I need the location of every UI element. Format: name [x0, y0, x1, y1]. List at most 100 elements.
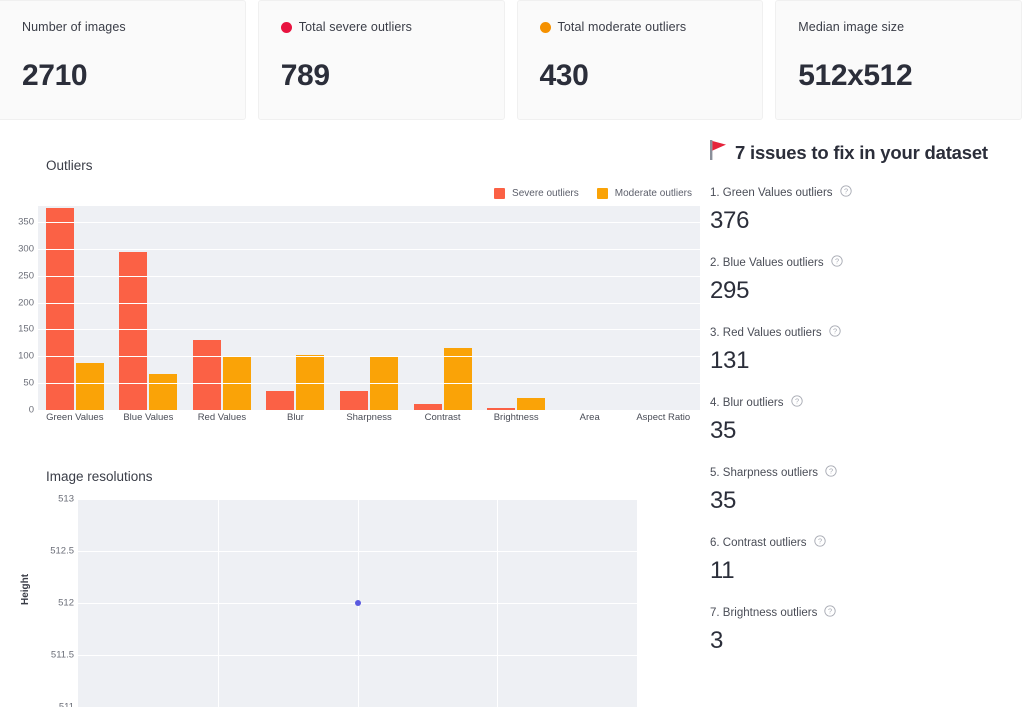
kpi-value: 2710 [22, 59, 88, 92]
bar[interactable] [149, 374, 178, 410]
help-circle-icon[interactable]: ? [830, 255, 843, 271]
kpi-value: 789 [280, 59, 330, 92]
kpi-label-text: Total severe outliers [298, 20, 413, 34]
issue-label-text: 7. Brightness outliers [710, 607, 818, 619]
issue-label-text: 2. Blue Values outliers [710, 257, 824, 269]
kpi-label-text: Number of images [22, 20, 126, 34]
kpi-label-text: Median image size [798, 20, 905, 34]
help-circle-icon[interactable]: ? [790, 395, 803, 411]
legend-swatch [494, 188, 506, 199]
dashboard-root: Number of images 2710 Total severe outli… [0, 0, 1022, 707]
bar-group[interactable] [553, 206, 627, 410]
issues-header: 7 issues to fix in your dataset [706, 132, 1022, 165]
bar-group[interactable] [112, 206, 186, 410]
gridline [497, 499, 499, 707]
bar-group[interactable] [259, 206, 333, 410]
moderate-outliers-dot [539, 21, 551, 33]
svg-text:?: ? [829, 467, 833, 476]
bar[interactable] [413, 404, 442, 410]
gridline [38, 248, 700, 250]
issue-value: 3 [710, 627, 724, 654]
help-circle-icon[interactable]: ? [824, 605, 837, 621]
bar[interactable] [517, 398, 546, 410]
red-flag-icon [710, 140, 727, 165]
y-axis-tick-label: 200 [18, 297, 34, 309]
gridline [38, 222, 700, 224]
x-axis-tick-label: Blur [287, 412, 304, 423]
scatter-point[interactable] [354, 600, 361, 606]
x-axis-tick-label: Green Values [46, 412, 104, 423]
kpi-label: Total severe outliers [280, 19, 482, 35]
kpi-label: Total moderate outliers [539, 19, 741, 35]
bar[interactable] [45, 208, 74, 410]
x-axis-tick-label: Aspect Ratio [636, 412, 691, 423]
issue-value: 35 [710, 417, 737, 444]
help-circle-icon[interactable]: ? [829, 325, 841, 341]
gridline [38, 356, 700, 358]
issues-title: 7 issues to fix in your dataset [735, 141, 988, 163]
bar-group[interactable] [185, 206, 259, 410]
svg-text:?: ? [794, 397, 798, 406]
legend-item[interactable]: Severe outliers [494, 188, 579, 199]
issue-label-text: 6. Contrast outliers [710, 537, 807, 549]
bar[interactable] [487, 408, 516, 410]
issue-item[interactable]: 4. Blur outliers? 35 [706, 395, 1022, 445]
issue-item[interactable]: 3. Red Values outliers? 131 [706, 325, 1022, 375]
issue-value: 131 [710, 347, 750, 374]
issue-label-text: 1. Green Values outliers [710, 187, 833, 199]
issue-label: 6. Contrast outliers? [710, 535, 1022, 551]
issue-label: 7. Brightness outliers? [710, 605, 1022, 621]
severe-outliers-dot [280, 21, 292, 33]
outliers-chart-panel: Outliers Severe outliers Moderate outlier… [0, 132, 700, 452]
issue-item[interactable]: 7. Brightness outliers? 3 [706, 605, 1022, 655]
help-circle-icon[interactable]: ? [813, 535, 826, 551]
outliers-chart-title: Outliers [46, 158, 93, 173]
issues-panel: 7 issues to fix in your dataset 1. Green… [706, 132, 1022, 707]
x-axis-tick-label: Brightness [493, 412, 539, 423]
y-axis-tick-label: 100 [18, 350, 34, 362]
gridline [38, 275, 700, 277]
bar[interactable] [443, 348, 472, 410]
issue-value: 11 [710, 557, 735, 584]
legend-item[interactable]: Moderate outliers [596, 188, 692, 199]
issue-label: 3. Red Values outliers? [710, 325, 1022, 341]
help-circle-icon[interactable]: ? [825, 465, 837, 481]
issue-item[interactable]: 6. Contrast outliers? 11 [706, 535, 1022, 585]
kpi-label: Median image size [798, 19, 999, 35]
x-axis-tick-label: Sharpness [346, 412, 392, 423]
y-axis-tick-label: 350 [18, 216, 34, 228]
image-resolutions-y-axis: 513 512.5 512 511.5 511 [36, 494, 74, 707]
help-circle-icon[interactable]: ? [839, 185, 852, 201]
bar-group[interactable] [479, 206, 553, 410]
bar[interactable] [340, 391, 369, 410]
issue-label-text: 3. Red Values outliers [710, 327, 822, 339]
y-axis-tick-label: 512 [58, 597, 74, 609]
issue-item[interactable]: 2. Blue Values outliers? 295 [706, 255, 1022, 305]
outliers-chart-legend: Severe outliers Moderate outliers [494, 188, 692, 199]
bar[interactable] [192, 339, 221, 410]
y-axis-tick-label: 150 [18, 323, 34, 335]
bar-group[interactable] [627, 206, 701, 410]
bar-group[interactable] [38, 206, 112, 410]
issue-item[interactable]: 1. Green Values outliers? 376 [706, 185, 1022, 235]
kpi-card-total-moderate-outliers: Total moderate outliers 430 [516, 0, 764, 120]
bar-group[interactable] [332, 206, 406, 410]
kpi-label: Number of images [22, 19, 223, 35]
bar[interactable] [266, 391, 295, 410]
issue-label: 5. Sharpness outliers? [710, 465, 1022, 481]
y-axis-tick-label: 300 [18, 243, 34, 255]
issue-label: 1. Green Values outliers? [710, 185, 1022, 201]
bar-group[interactable] [406, 206, 480, 410]
y-axis-tick-label: 250 [18, 270, 34, 282]
kpi-value: 430 [539, 59, 589, 92]
issue-item[interactable]: 5. Sharpness outliers? 35 [706, 465, 1022, 515]
bar[interactable] [75, 362, 104, 410]
svg-text:?: ? [843, 187, 847, 196]
x-axis-tick-label: Area [579, 412, 600, 423]
legend-label: Severe outliers [512, 188, 579, 199]
issue-label-text: 4. Blur outliers [710, 397, 784, 409]
svg-text:?: ? [833, 327, 837, 336]
outliers-bar-series [38, 206, 700, 410]
issue-label: 2. Blue Values outliers? [710, 255, 1022, 271]
outliers-plot-wrap: 0 50 100 150 200 250 300 350 Green Values Blue V… [0, 206, 700, 436]
